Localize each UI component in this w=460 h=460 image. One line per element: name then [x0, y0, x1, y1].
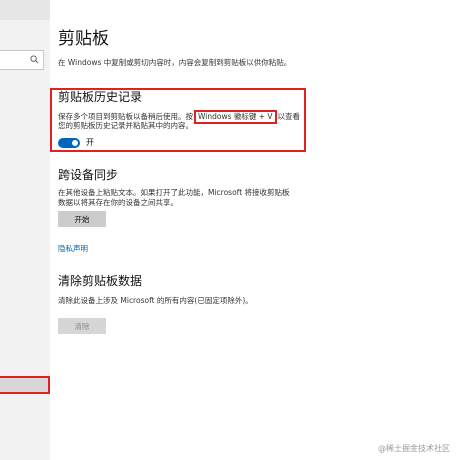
- clear-button[interactable]: 清除: [58, 318, 106, 334]
- sync-description-line2: 数据以将其存在你的设备之间共享。: [58, 198, 178, 207]
- watermark: @稀土掘金技术社区: [378, 444, 450, 453]
- clear-heading: 清除剪贴板数据: [58, 274, 143, 288]
- search-input[interactable]: [0, 50, 44, 70]
- sync-heading: 跨设备同步: [58, 168, 119, 182]
- page-description: 在 Windows 中复制或剪切内容时，内容会复制到剪贴板以供你粘贴。: [58, 58, 292, 67]
- sidebar-top-strip: [0, 0, 50, 20]
- sync-description-line1: 在其他设备上粘贴文本。如果打开了此功能，Microsoft 将接收剪贴板: [58, 188, 290, 197]
- history-highlight-box: [50, 88, 306, 152]
- sync-start-button[interactable]: 开始: [58, 211, 106, 227]
- search-icon: [30, 55, 39, 64]
- sidebar-item-clipboard[interactable]: [0, 376, 50, 394]
- privacy-link[interactable]: 隐私声明: [58, 243, 88, 254]
- clear-description: 清除此设备上涉及 Microsoft 的所有内容(已固定项除外)。: [58, 296, 253, 305]
- sidebar: [0, 0, 50, 460]
- page-title: 剪贴板: [58, 29, 109, 49]
